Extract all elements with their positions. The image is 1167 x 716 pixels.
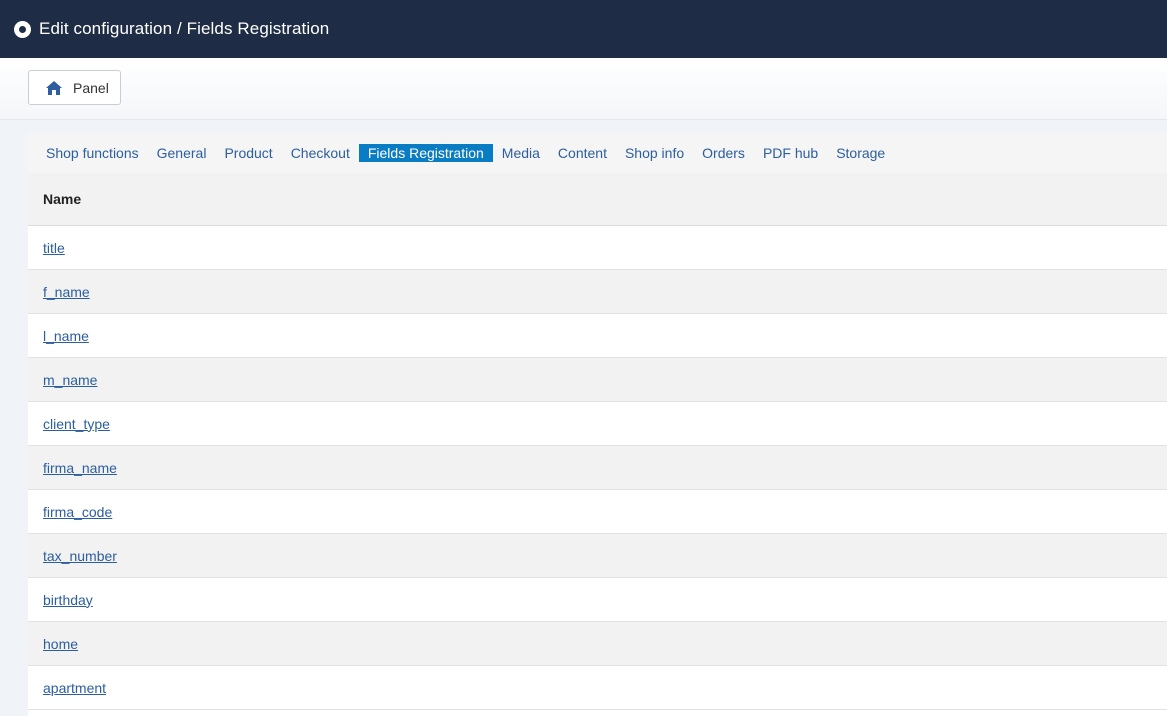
table-cell-name: title xyxy=(28,225,1167,270)
tab-shop-functions[interactable]: Shop functions xyxy=(37,144,148,162)
tab-orders[interactable]: Orders xyxy=(693,144,754,162)
home-icon xyxy=(46,80,62,95)
column-header-name: Name xyxy=(28,173,1167,226)
table-row: firma_code xyxy=(28,489,1167,534)
field-link[interactable]: home xyxy=(43,636,78,652)
table-cell-name: m_name xyxy=(28,357,1167,402)
table-row: l_name xyxy=(28,313,1167,358)
table-header-row: Name xyxy=(28,173,1167,226)
table-cell-name: firma_code xyxy=(28,489,1167,534)
table-cell-name: client_type xyxy=(28,401,1167,446)
field-link[interactable]: m_name xyxy=(43,372,97,388)
panel-button-label: Panel xyxy=(73,79,109,96)
table-row: firma_name xyxy=(28,445,1167,490)
field-link[interactable]: f_name xyxy=(43,284,90,300)
field-link[interactable]: birthday xyxy=(43,592,93,608)
top-header: Edit configuration / Fields Registration xyxy=(0,0,1167,58)
tab-product[interactable]: Product xyxy=(215,144,281,162)
page-title: Edit configuration / Fields Registration xyxy=(39,19,330,38)
table-row: m_name xyxy=(28,357,1167,402)
table-row: home xyxy=(28,621,1167,666)
tab-pdf-hub[interactable]: PDF hub xyxy=(754,144,827,162)
field-link[interactable]: apartment xyxy=(43,680,106,696)
tab-media[interactable]: Media xyxy=(493,144,549,162)
tab-fields-registration[interactable]: Fields Registration xyxy=(358,144,493,162)
table-cell-name: f_name xyxy=(28,269,1167,314)
table-cell-name: l_name xyxy=(28,313,1167,358)
table-row: title xyxy=(28,225,1167,270)
tab-shop-info[interactable]: Shop info xyxy=(616,144,693,162)
tab-checkout[interactable]: Checkout xyxy=(282,144,359,162)
record-icon xyxy=(14,20,31,38)
field-link[interactable]: tax_number xyxy=(43,548,117,564)
tab-general[interactable]: General xyxy=(148,144,216,162)
field-link[interactable]: firma_name xyxy=(43,460,117,476)
table-cell-name: tax_number xyxy=(28,533,1167,578)
table-row: apartment xyxy=(28,665,1167,710)
panel-button[interactable]: Panel xyxy=(28,70,121,105)
field-link[interactable]: firma_code xyxy=(43,504,112,520)
toolbar: Panel xyxy=(0,58,1167,120)
table-row: birthday xyxy=(28,577,1167,622)
tab-storage[interactable]: Storage xyxy=(827,144,894,162)
table-row: client_type xyxy=(28,401,1167,446)
tab-content[interactable]: Content xyxy=(549,144,616,162)
table-body: title f_name l_name m_name client_type firma_… xyxy=(28,225,1167,710)
table-cell-name: apartment xyxy=(28,665,1167,710)
table-cell-name: firma_name xyxy=(28,445,1167,490)
table-cell-name: birthday xyxy=(28,577,1167,622)
table-row: tax_number xyxy=(28,533,1167,578)
table-row: f_name xyxy=(28,269,1167,314)
field-link[interactable]: l_name xyxy=(43,328,89,344)
field-link[interactable]: client_type xyxy=(43,416,110,432)
main-content: Shop functions General Product Checkout Fiel… xyxy=(28,133,1167,716)
config-tabs: Shop functions General Product Checkout Fiel… xyxy=(28,133,1167,173)
field-link[interactable]: title xyxy=(43,240,65,256)
table-cell-name: home xyxy=(28,621,1167,666)
fields-table: Name title f_name l_name m_name client_typef… xyxy=(28,173,1167,710)
